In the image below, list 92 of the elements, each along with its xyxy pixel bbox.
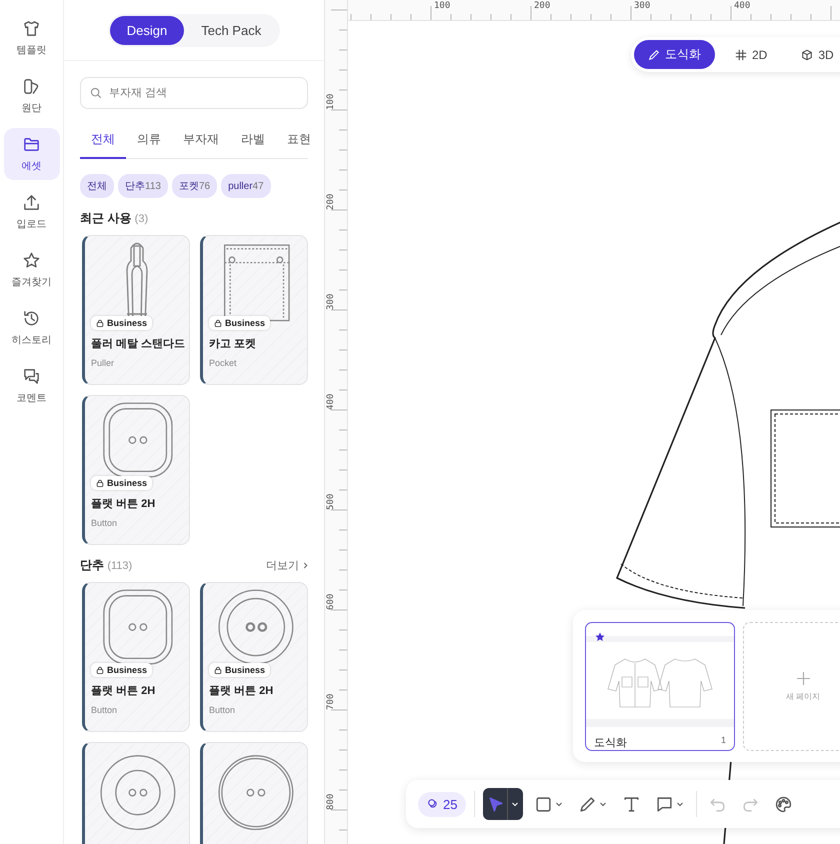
filter-chip[interactable]: 단추113	[118, 174, 168, 198]
filter-chip[interactable]: 전체	[80, 174, 114, 198]
asset-card[interactable]: Business 풀러 메탈 스탠다드 Puller	[82, 235, 190, 385]
ruler-label: 300	[634, 1, 650, 11]
asset-name: 풀러 메탈 스탠다드	[91, 337, 183, 351]
ruler-label: 100	[326, 94, 336, 110]
asset-category: Button	[209, 705, 236, 715]
sidebar-item[interactable]: 즐겨찾기	[4, 244, 60, 296]
cursor-icon	[487, 796, 504, 812]
ruler-label: 700	[326, 694, 336, 710]
search-field[interactable]: 부자재 검색	[80, 77, 308, 109]
folder-icon	[22, 135, 41, 154]
mode-tab[interactable]: Tech Pack	[184, 16, 278, 44]
asset-name: 플랫 버튼 2H	[91, 684, 156, 698]
plan-badge: Business	[209, 663, 270, 677]
section-title: 최근 사용 (3)	[80, 210, 148, 227]
page-title: 도식화	[594, 736, 627, 750]
pencil-icon	[648, 48, 660, 60]
plan-badge: Business	[91, 316, 152, 330]
plan-badge: Business	[91, 663, 152, 677]
star-icon	[594, 631, 606, 643]
asset-category: Puller	[91, 358, 116, 368]
comment-icon	[656, 796, 674, 812]
chevron-right-icon	[303, 562, 308, 569]
sidebar-item[interactable]: 히스토리	[4, 302, 60, 354]
mode-tab[interactable]: Design	[110, 16, 184, 44]
asset-category: Button	[91, 705, 118, 715]
search-icon	[90, 87, 102, 99]
filter-chip[interactable]: 포켓76	[172, 174, 218, 198]
caret-icon	[507, 788, 520, 820]
more-link[interactable]: 더보기	[266, 558, 299, 573]
caret-icon	[599, 800, 608, 808]
asset-name: 플랫 버튼 2H	[91, 497, 156, 511]
upload-icon	[22, 193, 41, 212]
ruler-label: 200	[326, 194, 336, 210]
plan-badge: Business	[209, 316, 270, 330]
view-mode-tab[interactable]: 2D	[721, 40, 782, 69]
asset-name: 카고 포켓	[209, 337, 258, 351]
sidebar-item[interactable]: 코멘트	[4, 360, 60, 412]
asset-category: Button	[91, 518, 118, 528]
asset-name: 플랫 버튼 2H	[209, 684, 274, 698]
lock-icon	[214, 666, 222, 674]
text-icon	[623, 796, 640, 812]
caret-icon	[676, 800, 684, 808]
sidebar-item[interactable]: 템플릿	[4, 12, 60, 64]
ruler-label: 300	[326, 294, 336, 310]
category-tab[interactable]: 부자재	[172, 125, 230, 159]
section-title: 단추 (113)	[80, 557, 132, 574]
pencil-icon	[579, 796, 596, 812]
ruler-label: 200	[534, 1, 550, 11]
credit-badge: 25	[418, 792, 466, 816]
category-tab[interactable]: 전체	[80, 125, 126, 159]
asset-category: Pocket	[209, 358, 238, 368]
lock-icon	[96, 319, 104, 327]
shirt-icon	[22, 19, 41, 38]
view-mode-tab[interactable]: 3D	[787, 40, 840, 69]
grid-icon	[735, 48, 747, 60]
lock-icon	[96, 479, 104, 487]
ruler-label: 500	[326, 494, 336, 510]
lock-icon	[96, 666, 104, 674]
page-number: 1	[720, 735, 726, 747]
cube-icon	[801, 48, 814, 60]
palette-icon	[775, 796, 792, 812]
swatch-icon	[22, 77, 41, 96]
asset-card[interactable]: Business 플랫 버튼 2H Button	[82, 395, 190, 545]
sidebar-item[interactable]: 원단	[4, 70, 60, 122]
ruler-label: 400	[326, 394, 336, 410]
ruler-label: 400	[734, 1, 750, 11]
coins-icon	[427, 798, 439, 810]
filter-chip[interactable]: puller47	[221, 174, 271, 198]
tool-button[interactable]	[483, 788, 524, 820]
sidebar-item[interactable]: 입로드	[4, 186, 60, 238]
asset-card[interactable]: Business 카고 포켓 Pocket	[200, 235, 308, 385]
lock-icon	[214, 319, 222, 327]
history-icon	[22, 309, 41, 328]
sidebar-item[interactable]: 에셋	[4, 128, 60, 180]
plan-badge: Business	[91, 476, 152, 490]
page-thumbnail[interactable]: 도식화 1	[585, 622, 735, 751]
plus-icon	[796, 672, 810, 684]
ruler-label: 100	[434, 1, 450, 11]
asset-card[interactable]: Business 플랫 버튼 2H Button	[200, 582, 308, 732]
view-mode-tab[interactable]: 도식화	[634, 40, 715, 69]
category-tab[interactable]: 라벨	[230, 125, 276, 159]
ruler-label: 800	[326, 794, 336, 810]
ruler-label: 600	[326, 594, 336, 610]
caret-icon	[555, 800, 564, 808]
rectangle-icon	[535, 796, 552, 812]
comment-icon	[22, 367, 41, 386]
asset-card[interactable]: Business 플랫 버튼 2H Button	[82, 582, 190, 732]
category-tab[interactable]: 표현	[276, 125, 322, 159]
category-tab[interactable]: 의류	[126, 125, 172, 159]
star-icon	[22, 251, 41, 270]
